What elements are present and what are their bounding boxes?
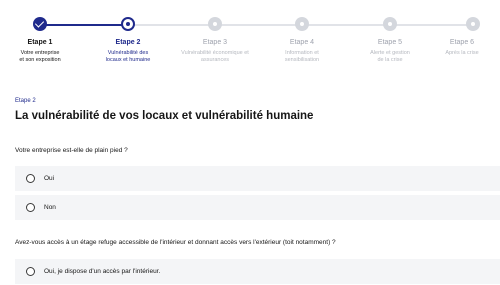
step-3: Etape 3 Vulnérabilité économique et assu… <box>177 38 253 64</box>
page-title: La vulnérabilité de vos locaux et vulnér… <box>15 110 314 122</box>
step-4: Etape 4 Information et sensibilisation <box>264 38 340 64</box>
radio-option-oui[interactable]: Oui <box>15 166 500 191</box>
radio-icon[interactable] <box>26 203 35 212</box>
step-description-line: Alerte et gestion <box>370 50 410 56</box>
step-title: Etape 3 <box>202 39 228 46</box>
step-description: Après la crise <box>424 50 500 57</box>
step-3-dot-icon <box>208 17 222 31</box>
question-label: Votre entreprise est-elle de plain pied … <box>15 147 128 154</box>
step-2[interactable]: Etape 2 Vulnérabilité des locaux et huma… <box>90 38 166 64</box>
step-connector <box>40 24 128 26</box>
progress-stepper: Etape 1 Votre entreprise et son expositi… <box>0 0 500 80</box>
radio-option-oui-interieur[interactable]: Oui, je dispose d'un accès par l'intérie… <box>15 259 500 284</box>
step-description-line: Vulnérabilité des <box>107 50 149 56</box>
radio-option-label: Oui <box>44 175 55 182</box>
step-4-dot-icon <box>295 17 309 31</box>
radio-option-non[interactable]: Non <box>15 195 500 220</box>
step-description-line: sensibilisation <box>284 57 320 63</box>
step-description-line: Vulnérabilité économique et <box>181 50 249 56</box>
step-2-current-icon[interactable] <box>121 17 135 31</box>
step-description: Vulnérabilité économique et assurances <box>177 50 253 64</box>
step-5-dot-icon <box>383 17 397 31</box>
step-6-dot-icon <box>466 17 480 31</box>
step-description-line: Votre entreprise <box>20 50 60 56</box>
step-description-line: et son exposition <box>19 57 61 63</box>
step-1[interactable]: Etape 1 Votre entreprise et son expositi… <box>2 38 78 64</box>
step-description: Votre entreprise et son exposition <box>2 50 78 64</box>
step-description-line: Après la crise <box>445 50 479 56</box>
step-description: Alerte et gestion de la crise <box>352 50 428 64</box>
step-eyebrow: Etape 2 <box>15 98 36 104</box>
step-description-line: de la crise <box>377 57 403 63</box>
radio-option-label: Oui, je dispose d'un accès par l'intérie… <box>44 268 161 275</box>
radio-icon[interactable] <box>26 267 35 276</box>
step-description: Vulnérabilité des locaux et humaine <box>90 50 166 64</box>
radio-option-label: Non <box>44 204 56 211</box>
step-1-check-icon[interactable] <box>33 17 47 31</box>
step-title: Etape 2 <box>115 39 141 46</box>
step-title: Etape 6 <box>449 39 475 46</box>
step-description-line: Information et <box>285 50 319 56</box>
step-description: Information et sensibilisation <box>264 50 340 64</box>
radio-icon[interactable] <box>26 174 35 183</box>
step-6: Etape 6 Après la crise <box>424 38 500 57</box>
step-title: Etape 4 <box>289 39 315 46</box>
step-title: Etape 1 <box>27 39 53 46</box>
step-description-line: assurances <box>200 57 230 63</box>
step-title: Etape 5 <box>377 39 403 46</box>
step-description-line: locaux et humaine <box>105 57 151 63</box>
step-5: Etape 5 Alerte et gestion de la crise <box>352 38 428 64</box>
question-label: Avez-vous accès à un étage refuge access… <box>15 239 336 246</box>
